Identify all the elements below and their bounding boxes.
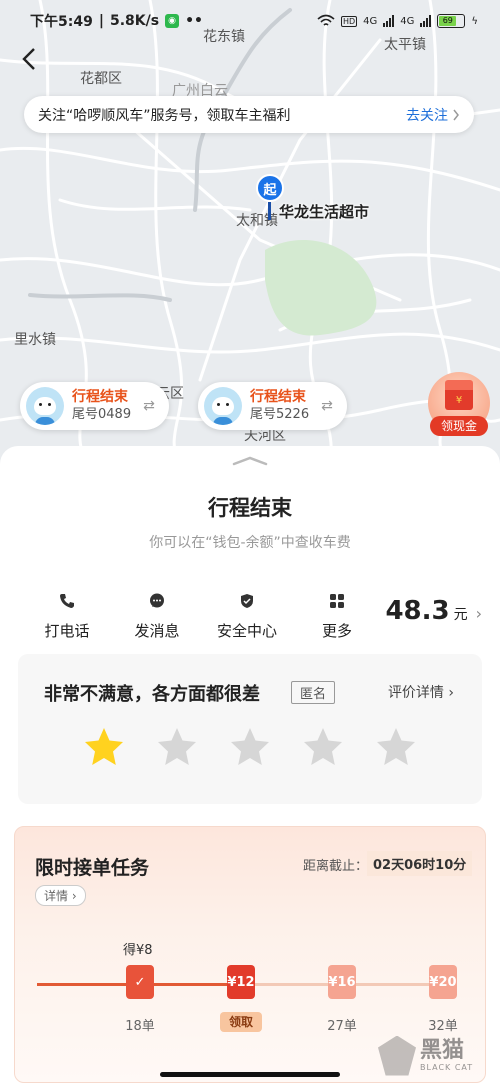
back-button[interactable] bbox=[14, 44, 44, 74]
start-marker: 起 bbox=[256, 174, 284, 202]
shield-icon bbox=[239, 592, 255, 610]
watermark: 黑猫 BLACK CAT bbox=[378, 1028, 500, 1083]
safety-center-label: 安全中心 bbox=[216, 621, 277, 640]
switch-icon: ⇄ bbox=[321, 398, 333, 414]
follow-link[interactable]: 去关注 bbox=[406, 105, 460, 125]
task-detail-label: 详情 bbox=[44, 889, 69, 903]
watermark-text: 黑猫 bbox=[420, 1038, 465, 1063]
fare-amount[interactable]: 48.3 元 › bbox=[385, 596, 482, 626]
call-label: 打电话 bbox=[44, 621, 90, 640]
rating-detail-link[interactable]: 评价详情 › bbox=[388, 682, 454, 702]
battery-level: 69 bbox=[439, 16, 457, 26]
trip-chip[interactable]: 行程结束 尾号5226 ⇄ bbox=[198, 382, 347, 430]
milestone-node: ¥20 bbox=[429, 965, 457, 999]
avatar bbox=[26, 387, 64, 425]
star-filled-icon[interactable] bbox=[82, 726, 126, 768]
grid-icon bbox=[329, 592, 345, 610]
star-empty-icon[interactable] bbox=[301, 726, 345, 768]
claim-button[interactable]: 领取 bbox=[220, 1012, 262, 1032]
message-icon bbox=[149, 592, 165, 610]
fare-value: 48.3 bbox=[385, 596, 450, 626]
trip-status: 行程结束 bbox=[250, 389, 306, 405]
wifi-icon bbox=[317, 14, 335, 26]
milestone-reward: ¥16 bbox=[328, 974, 356, 990]
cash-red-packet-button[interactable]: ¥ 领现金 bbox=[428, 372, 490, 436]
red-envelope-icon: ¥ bbox=[445, 380, 473, 410]
task-detail-button[interactable]: 详情 › bbox=[35, 885, 86, 906]
trip-chip[interactable]: 行程结束 尾号0489 ⇄ bbox=[20, 382, 169, 430]
map-label: 里水镇 bbox=[14, 331, 56, 347]
check-icon: ✓ bbox=[134, 974, 146, 990]
milestone-orders: 18单 bbox=[125, 1019, 155, 1034]
deadline-label: 距离截止： bbox=[303, 859, 369, 874]
red-packet-label: 领现金 bbox=[430, 416, 488, 436]
clock: 下午5:49 bbox=[30, 14, 93, 30]
milestone-reward: ¥12 bbox=[227, 974, 255, 990]
start-place-label: 华龙生活超市 bbox=[279, 203, 370, 221]
chevron-right-icon bbox=[453, 109, 459, 120]
milestone-orders: 27单 bbox=[327, 1019, 357, 1034]
watermark-sub: BLACK CAT bbox=[420, 1063, 474, 1072]
action-bar: 打电话 发消息 安全中心 更多 48.3 元 › bbox=[22, 586, 482, 646]
network-speed: 5.8K/s bbox=[109, 13, 160, 29]
wechat-notification-icon: ◉ bbox=[165, 14, 180, 28]
chevron-right-icon: › bbox=[475, 604, 482, 623]
milestone-node: ✓ bbox=[126, 965, 154, 999]
status-bar: 下午5:49 | 5.8K/s ◉ •• HD 4G 4G 69 ϟ bbox=[0, 0, 500, 42]
banner-text: 关注“哈啰顺风车”服务号，领取车主福利 bbox=[38, 107, 291, 124]
star-empty-icon[interactable] bbox=[155, 726, 199, 768]
star-empty-icon[interactable] bbox=[228, 726, 272, 768]
star-empty-icon[interactable] bbox=[374, 726, 418, 768]
more-button[interactable]: 更多 bbox=[292, 592, 382, 641]
follow-label: 去关注 bbox=[406, 107, 448, 124]
signal-icon bbox=[420, 15, 432, 27]
cat-logo-icon bbox=[378, 1035, 416, 1076]
fare-unit: 元 bbox=[453, 607, 468, 623]
hd-icon: HD bbox=[340, 15, 358, 27]
map-label: 花都区 bbox=[80, 70, 122, 86]
message-button[interactable]: 发消息 bbox=[112, 592, 202, 641]
call-button[interactable]: 打电话 bbox=[22, 592, 112, 641]
net-type-1: 4G bbox=[363, 15, 378, 27]
divider: | bbox=[98, 13, 104, 29]
page-title: 行程结束 bbox=[208, 496, 292, 520]
follow-banner[interactable]: 关注“哈啰顺风车”服务号，领取车主福利 去关注 bbox=[24, 96, 474, 133]
rating-card: 非常不满意，各方面都很差 匿名 评价详情 › bbox=[18, 654, 482, 804]
message-label: 发消息 bbox=[134, 621, 180, 640]
trip-status: 行程结束 bbox=[72, 389, 128, 405]
plate-number: 尾号5226 bbox=[250, 407, 310, 422]
chevron-left-icon bbox=[22, 48, 35, 70]
task-title: 限时接单任务 bbox=[35, 857, 150, 879]
anonymous-toggle[interactable]: 匿名 bbox=[291, 681, 336, 704]
star-rating[interactable] bbox=[82, 726, 418, 768]
milestone-node: ¥16 bbox=[328, 965, 356, 999]
pin-stick bbox=[268, 202, 271, 220]
collapse-handle-icon[interactable] bbox=[232, 456, 268, 466]
more-label: 更多 bbox=[321, 621, 352, 640]
rating-message: 非常不满意，各方面都很差 bbox=[44, 684, 260, 705]
gain-label: 得¥8 bbox=[123, 943, 153, 958]
countdown: 02天06时10分 bbox=[367, 851, 473, 876]
charging-icon: ϟ bbox=[471, 15, 478, 27]
rating-detail-label: 评价详情 bbox=[387, 685, 444, 701]
subtitle: 你可以在“钱包-余额”中查收车费 bbox=[149, 535, 351, 551]
home-indicator[interactable] bbox=[160, 1072, 340, 1077]
safety-center-button[interactable]: 安全中心 bbox=[202, 592, 292, 641]
switch-icon: ⇄ bbox=[143, 398, 155, 414]
plate-number: 尾号0489 bbox=[72, 407, 132, 422]
milestone-reward: ¥20 bbox=[429, 974, 457, 990]
phone-icon bbox=[59, 592, 75, 610]
more-notifications-icon: •• bbox=[185, 13, 203, 29]
avatar bbox=[204, 387, 242, 425]
battery-icon: 69 bbox=[437, 14, 466, 28]
signal-icon bbox=[383, 15, 395, 27]
trip-summary-sheet: 行程结束 你可以在“钱包-余额”中查收车费 打电话 发消息 安全中心 更多 48… bbox=[0, 446, 500, 1083]
net-type-2: 4G bbox=[400, 15, 415, 27]
milestone-node[interactable]: ¥12 bbox=[227, 965, 255, 999]
